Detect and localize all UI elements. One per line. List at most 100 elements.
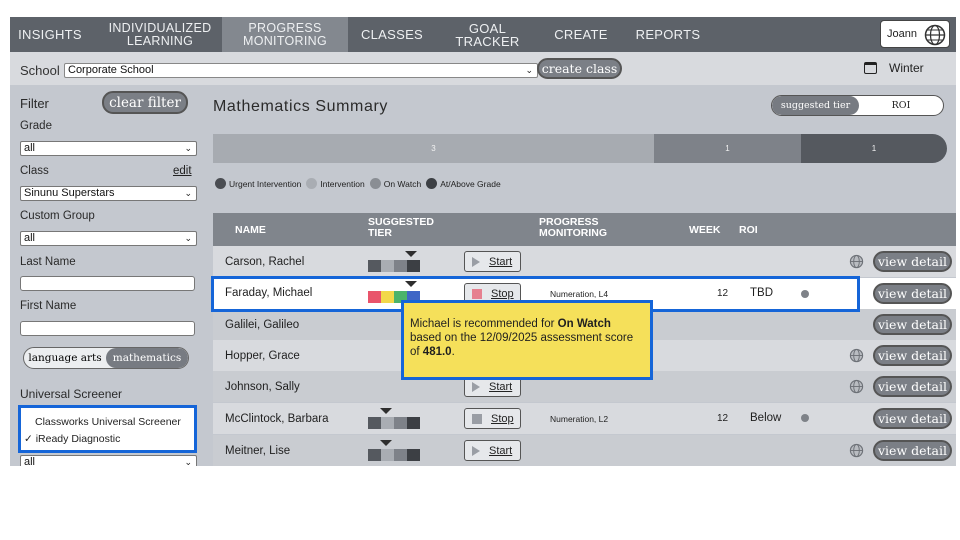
page-title: Mathematics Summary bbox=[213, 98, 388, 115]
tier-bar bbox=[368, 417, 420, 429]
view-detail-button[interactable]: view detail bbox=[873, 440, 952, 461]
header-suggested-tier: SUGGESTED TIER bbox=[368, 216, 434, 239]
bottom-filter-value: all bbox=[24, 456, 36, 466]
stop-monitoring-button[interactable]: Stop bbox=[464, 408, 521, 429]
subject-toggle: language arts mathematics bbox=[23, 347, 189, 369]
button-label: Start bbox=[489, 380, 513, 393]
nav-individualized-learning[interactable]: INDIVIDUALIZED LEARNING bbox=[98, 17, 222, 52]
header-week: WEEK bbox=[689, 224, 721, 236]
suggested-tier-option[interactable]: suggested tier bbox=[772, 96, 859, 115]
chevron-down-icon: ⌄ bbox=[184, 457, 192, 466]
custom-group-label: Custom Group bbox=[20, 210, 95, 222]
roi-value: Below bbox=[750, 412, 782, 424]
first-name-label: First Name bbox=[20, 300, 77, 312]
class-label: Class bbox=[20, 165, 49, 177]
legend-dot bbox=[306, 178, 318, 189]
button-label: Stop bbox=[491, 287, 514, 300]
table-row[interactable]: Carson, Rachel Start view detail bbox=[213, 246, 956, 277]
term-label: Winter bbox=[889, 61, 924, 75]
student-name: Johnson, Sally bbox=[225, 381, 300, 393]
legend-on-watch: On Watch bbox=[369, 178, 421, 189]
nav-insights[interactable]: INSIGHTS bbox=[10, 17, 90, 52]
class-select[interactable]: Sinunu Superstars ⌄ bbox=[20, 186, 197, 201]
grade-label: Grade bbox=[20, 120, 52, 132]
grade-select[interactable]: all ⌄ bbox=[20, 141, 197, 156]
clear-filter-button[interactable]: clear filter bbox=[102, 91, 188, 114]
tier-marker-icon bbox=[405, 251, 417, 257]
filter-title: Filter bbox=[20, 96, 49, 111]
view-detail-button[interactable]: view detail bbox=[873, 314, 952, 335]
globe-icon[interactable] bbox=[849, 443, 864, 458]
screener-dropdown-menu: Classworks Universal Screener ✓ iReady D… bbox=[18, 405, 197, 453]
chevron-down-icon: ⌄ bbox=[184, 143, 192, 153]
table-row[interactable]: McClintock, Barbara Stop Numeration, L2 … bbox=[213, 403, 956, 434]
tier-tooltip: Michael is recommended for On Watch base… bbox=[401, 300, 653, 380]
header-name[interactable]: NAME bbox=[235, 225, 266, 236]
status-dot bbox=[801, 414, 809, 422]
view-detail-button[interactable]: view detail bbox=[873, 408, 952, 429]
tooltip-score: 481.0 bbox=[422, 346, 452, 358]
legend-label: At/Above Grade bbox=[440, 178, 501, 189]
school-selected-value: Corporate School bbox=[68, 64, 154, 76]
tier-roi-toggle: suggested tier ROI bbox=[771, 95, 944, 116]
play-icon bbox=[472, 256, 480, 267]
tooltip-tier: On Watch bbox=[557, 318, 611, 330]
last-name-input[interactable] bbox=[20, 276, 195, 291]
student-name: Meitner, Lise bbox=[225, 445, 291, 457]
monitoring-probe: Numeration, L2 bbox=[550, 414, 609, 424]
nav-classes[interactable]: CLASSES bbox=[358, 17, 426, 52]
table-row[interactable]: Meitner, Lise Start view detail bbox=[213, 435, 956, 466]
button-label: Stop bbox=[491, 412, 514, 425]
globe-icon bbox=[924, 24, 946, 46]
legend-label: Intervention bbox=[320, 178, 365, 189]
roi-option[interactable]: ROI bbox=[859, 96, 943, 115]
globe-icon[interactable] bbox=[849, 254, 864, 269]
bottom-filter-select[interactable]: all ⌄ bbox=[20, 455, 197, 466]
view-detail-button[interactable]: view detail bbox=[873, 283, 952, 304]
start-monitoring-button[interactable]: Start bbox=[464, 251, 521, 272]
legend-at-above: At/Above Grade bbox=[426, 178, 501, 189]
tier-legend: Urgent Intervention Intervention On Watc… bbox=[215, 178, 506, 189]
user-name: Joann bbox=[887, 28, 917, 40]
subject-language-arts[interactable]: language arts bbox=[24, 348, 106, 368]
chevron-down-icon: ⌄ bbox=[184, 188, 192, 198]
stop-icon bbox=[472, 288, 482, 299]
first-name-input[interactable] bbox=[20, 321, 195, 336]
nav-progress-monitoring[interactable]: PROGRESS MONITORING bbox=[222, 17, 348, 52]
student-name: Faraday, Michael bbox=[225, 287, 313, 299]
user-menu-button[interactable]: Joann bbox=[880, 20, 950, 48]
create-class-button[interactable]: create class bbox=[537, 58, 622, 79]
table-header: NAME SUGGESTED TIER PROGRESS MONITORING … bbox=[213, 213, 956, 246]
student-name: Galilei, Galileo bbox=[225, 319, 300, 331]
roi-value: TBD bbox=[750, 287, 773, 299]
button-label: Start bbox=[489, 444, 513, 457]
subject-mathematics[interactable]: mathematics bbox=[106, 348, 188, 368]
nav-reports[interactable]: REPORTS bbox=[631, 17, 705, 52]
last-name-label: Last Name bbox=[20, 256, 76, 268]
term-selector[interactable]: Winter bbox=[864, 61, 924, 75]
legend-dot bbox=[426, 178, 438, 189]
class-edit-link[interactable]: edit bbox=[173, 165, 192, 177]
globe-icon[interactable] bbox=[849, 379, 864, 394]
student-name: Carson, Rachel bbox=[225, 256, 305, 268]
nav-goal-tracker[interactable]: GOAL TRACKER bbox=[437, 17, 538, 52]
start-monitoring-button[interactable]: Start bbox=[464, 440, 521, 461]
grade-value: all bbox=[24, 142, 36, 154]
screener-option-classworks[interactable]: Classworks Universal Screener bbox=[35, 416, 181, 428]
legend-urgent: Urgent Intervention bbox=[215, 178, 301, 189]
view-detail-button[interactable]: view detail bbox=[873, 251, 952, 272]
custom-group-value: all bbox=[24, 232, 36, 244]
school-label: School bbox=[20, 63, 60, 78]
view-detail-button[interactable]: view detail bbox=[873, 345, 952, 366]
legend-dot bbox=[215, 178, 226, 189]
app-window: INSIGHTS INDIVIDUALIZED LEARNING PROGRES… bbox=[10, 17, 956, 466]
custom-group-select[interactable]: all ⌄ bbox=[20, 231, 197, 246]
screener-option-iready[interactable]: ✓ iReady Diagnostic bbox=[24, 433, 120, 445]
class-value: Sinunu Superstars bbox=[24, 187, 115, 199]
view-detail-button[interactable]: view detail bbox=[873, 376, 952, 397]
nav-create[interactable]: CREATE bbox=[548, 17, 614, 52]
header-progress-monitoring: PROGRESS MONITORING bbox=[539, 216, 608, 239]
school-select[interactable]: Corporate School ⌄ bbox=[64, 63, 538, 78]
status-dot bbox=[801, 290, 809, 298]
globe-icon[interactable] bbox=[849, 348, 864, 363]
